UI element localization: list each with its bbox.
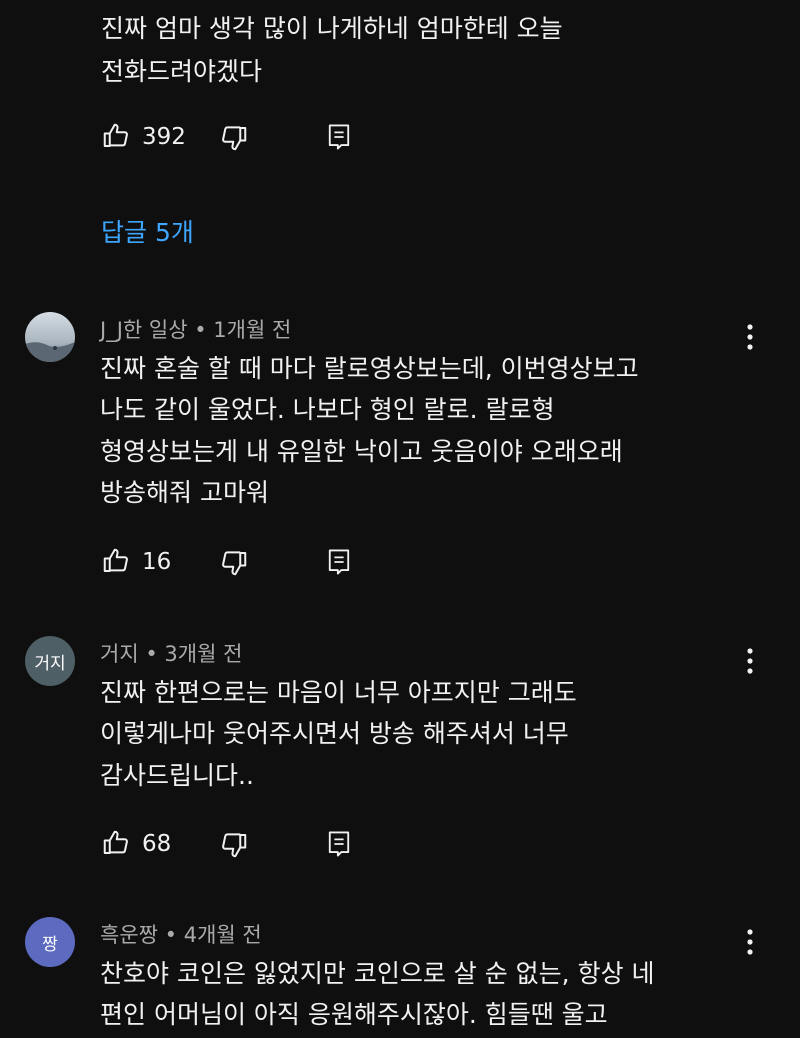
like-button[interactable] — [101, 828, 131, 862]
more-options-button[interactable] — [740, 927, 760, 957]
like-count: 392 — [142, 124, 186, 150]
more-vert-icon — [747, 929, 753, 955]
like-count: 68 — [142, 831, 172, 857]
thumbs-down-icon — [222, 551, 247, 576]
thumbs-down-icon — [222, 833, 247, 858]
comment-text-line: 진짜 엄마 생각 많이 나게하네 엄마한테 오늘 — [101, 14, 563, 43]
thumbs-up-icon — [103, 548, 128, 572]
dislike-button[interactable] — [219, 830, 249, 864]
comment-time: 4개월 전 — [183, 923, 262, 947]
reply-button[interactable] — [325, 829, 353, 863]
comment-text-line: 진짜 한편으로는 마음이 너무 아프지만 그래도 — [100, 678, 577, 707]
comment-text-line: 형영상보는게 내 유일한 낙이고 웃음이야 오래오래 — [100, 437, 623, 466]
like-count: 16 — [142, 549, 172, 575]
thumbs-up-icon — [103, 830, 128, 854]
reply-icon — [328, 549, 350, 575]
comment-text-line: 나도 같이 울었다. 나보다 형인 랄로. 랄로형 — [100, 395, 555, 424]
more-options-button[interactable] — [740, 322, 760, 352]
thumbs-up-icon — [103, 123, 128, 147]
meta-separator: • — [145, 642, 165, 666]
avatar[interactable] — [25, 312, 75, 362]
comment-text-line: 찬호야 코인은 잃었지만 코인으로 살 순 없는, 항상 네 — [100, 959, 655, 988]
comment-time: 1개월 전 — [213, 318, 292, 342]
dislike-button[interactable] — [219, 123, 249, 157]
like-button[interactable] — [101, 546, 131, 580]
reply-icon — [328, 124, 350, 150]
comment-text-line: 진짜 혼술 할 때 마다 랄로영상보는데, 이번영상보고 — [100, 354, 639, 383]
more-options-button[interactable] — [740, 646, 760, 676]
like-button[interactable] — [101, 121, 131, 155]
comment-text-line: 편인 어머님이 아직 응원해주시잖아. 힘들땐 울고 — [100, 1000, 608, 1029]
comment-text-line: 이렇게나마 웃어주시면서 방송 해주셔서 너무 — [100, 719, 569, 748]
comment-meta: 거지 • 3개월 전 — [100, 638, 242, 668]
meta-separator: • — [194, 318, 214, 342]
avatar-initials: 거지 — [34, 653, 66, 674]
comment-text-line: 전화드려야겠다 — [101, 57, 263, 86]
meta-separator: • — [164, 923, 184, 947]
comment-time: 3개월 전 — [164, 642, 243, 666]
author-name[interactable]: J_J한 일상 — [100, 318, 188, 342]
avatar[interactable]: 짱 — [25, 917, 75, 967]
avatar[interactable]: 거지 — [25, 636, 75, 686]
landscape-photo-icon — [25, 342, 75, 362]
comment-text-line: 감사드립니다.. — [100, 761, 254, 790]
reply-button[interactable] — [325, 122, 353, 156]
more-vert-icon — [747, 648, 753, 674]
view-replies-link[interactable]: 답글 5개 — [101, 213, 194, 249]
more-vert-icon — [747, 324, 753, 350]
thumbs-down-icon — [222, 126, 247, 151]
dislike-button[interactable] — [219, 548, 249, 582]
comment-meta: J_J한 일상 • 1개월 전 — [100, 314, 291, 344]
reply-button[interactable] — [325, 547, 353, 581]
author-name[interactable]: 거지 — [100, 642, 139, 666]
comment-meta: 흑운짱 • 4개월 전 — [100, 919, 262, 949]
author-name[interactable]: 흑운짱 — [100, 923, 158, 947]
reply-icon — [328, 831, 350, 857]
avatar-initials: 짱 — [42, 934, 58, 955]
comment-text-line: 방송해줘 고마워 — [100, 478, 269, 507]
